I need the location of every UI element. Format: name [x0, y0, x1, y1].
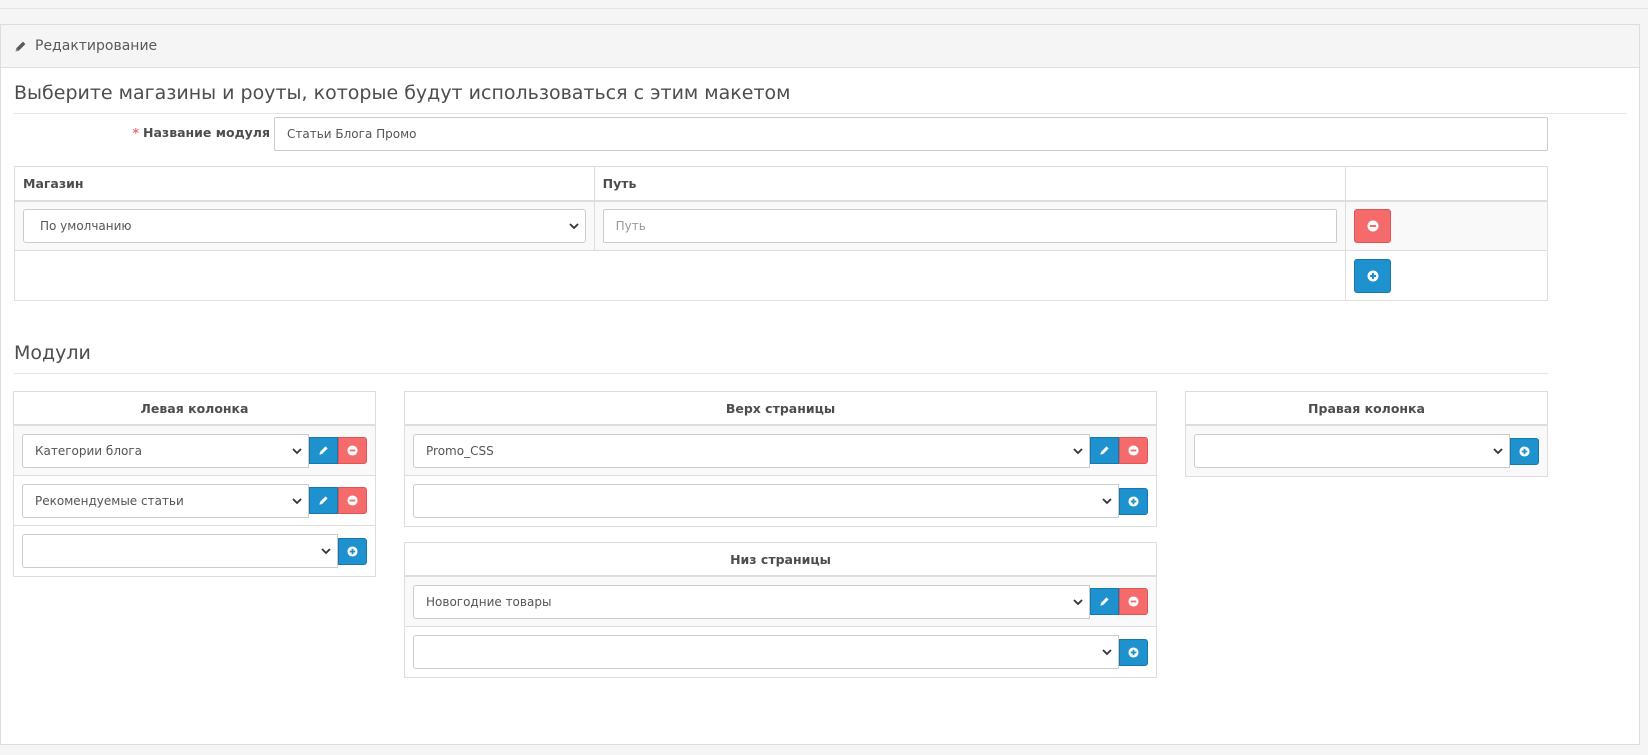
remove-module-button[interactable]	[338, 437, 367, 464]
pencil-icon	[319, 446, 328, 455]
module-name-label: * Название модуля	[14, 125, 270, 140]
bottom-page-table: Низ страницы Новогодние товары	[404, 542, 1157, 678]
action-column-header	[1345, 166, 1548, 202]
edit-module-button[interactable]	[309, 487, 338, 514]
route-row: По умолчанию Путь	[14, 200, 1548, 251]
minus-circle-icon	[347, 445, 358, 456]
module-row: Рекомендуемые статьи	[14, 476, 375, 526]
module-select-value: Promo_CSS	[426, 443, 494, 458]
top-page-header: Верх страницы	[405, 392, 1156, 426]
chevron-down-icon	[321, 548, 331, 555]
module-row: Новогодние товары	[405, 577, 1156, 627]
required-mark: *	[132, 125, 140, 140]
minus-circle-icon	[347, 495, 358, 506]
add-module-row	[405, 476, 1156, 526]
left-column-header: Левая колонка	[14, 392, 375, 426]
minus-circle-icon	[1128, 596, 1139, 607]
plus-circle-icon	[1367, 270, 1379, 281]
add-module-button[interactable]	[1119, 487, 1148, 515]
chevron-down-icon	[292, 447, 302, 454]
module-select-value: Категории блога	[35, 443, 142, 458]
module-row: Категории блога	[14, 426, 375, 476]
plus-circle-icon	[1519, 445, 1530, 457]
chevron-down-icon	[1073, 447, 1083, 454]
store-select-value: По умолчанию	[40, 218, 132, 233]
minus-circle-icon	[1367, 220, 1379, 232]
plus-circle-icon	[1128, 646, 1139, 658]
route-path-input[interactable]: Путь	[602, 208, 1338, 243]
add-module-select[interactable]	[413, 635, 1119, 669]
add-module-row	[405, 627, 1156, 677]
top-bar	[0, 0, 1648, 9]
module-name-label-text: Название модуля	[143, 125, 270, 140]
plus-circle-icon	[347, 545, 358, 557]
add-route-row	[13, 250, 1548, 301]
add-module-row	[14, 526, 375, 576]
minus-circle-icon	[1128, 445, 1139, 456]
module-select[interactable]: Promo_CSS	[413, 433, 1090, 468]
top-page-table: Верх страницы Promo_CSS	[404, 391, 1157, 527]
remove-module-button[interactable]	[338, 487, 367, 514]
add-module-select[interactable]	[1194, 434, 1510, 468]
remove-module-button[interactable]	[1119, 588, 1148, 615]
chevron-down-icon	[1073, 598, 1083, 605]
chevron-down-icon	[1493, 448, 1503, 455]
module-select[interactable]: Новогодние товары	[413, 584, 1090, 619]
module-select-value: Новогодние товары	[426, 594, 552, 609]
add-module-select[interactable]	[22, 534, 338, 568]
modules-title: Модули	[14, 342, 1548, 374]
add-module-row	[1186, 426, 1547, 476]
module-select-value: Рекомендуемые статьи	[35, 493, 184, 508]
add-module-select[interactable]	[413, 484, 1119, 518]
remove-module-button[interactable]	[1119, 437, 1148, 464]
pencil-icon	[1100, 597, 1109, 606]
plus-circle-icon	[1128, 495, 1139, 507]
panel-heading: Редактирование	[1, 25, 1639, 68]
form-legend: Выберите магазины и роуты, которые будут…	[14, 68, 1626, 114]
edit-module-button[interactable]	[1090, 437, 1119, 464]
edit-module-button[interactable]	[1090, 588, 1119, 615]
module-select[interactable]: Рекомендуемые статьи	[22, 483, 309, 518]
module-row: Promo_CSS	[405, 426, 1156, 476]
add-module-button[interactable]	[338, 537, 367, 565]
right-column-table: Правая колонка	[1185, 391, 1548, 477]
store-column-header: Магазин	[14, 166, 595, 202]
route-table: Магазин Путь По умолчанию Путь	[13, 166, 1548, 301]
chevron-down-icon	[292, 497, 302, 504]
panel-body: Выберите магазины и роуты, которые будут…	[1, 68, 1639, 114]
panel-heading-title: Редактирование	[35, 38, 158, 54]
add-route-button[interactable]	[1354, 258, 1392, 293]
add-module-button[interactable]	[1510, 437, 1539, 465]
pencil-icon	[1100, 446, 1109, 455]
edit-module-button[interactable]	[309, 437, 338, 464]
chevron-down-icon	[1102, 498, 1112, 505]
path-column-header: Путь	[593, 166, 1347, 202]
left-column-table: Левая колонка Категории блога Рекомендуе…	[13, 391, 376, 577]
right-column-header: Правая колонка	[1186, 392, 1547, 426]
chevron-down-icon	[568, 223, 579, 230]
remove-route-button[interactable]	[1354, 208, 1392, 243]
store-select[interactable]: По умолчанию	[23, 208, 586, 243]
bottom-page-header: Низ страницы	[405, 543, 1156, 577]
module-select[interactable]: Категории блога	[22, 433, 309, 468]
module-name-input[interactable]: Статьи Блога Промо	[274, 117, 1548, 151]
chevron-down-icon	[1102, 649, 1112, 656]
pencil-icon	[319, 496, 328, 505]
module-name-row: * Название модуля Статьи Блога Промо	[14, 117, 1628, 151]
add-module-button[interactable]	[1119, 638, 1148, 666]
pencil-icon	[14, 40, 27, 53]
edit-panel: Редактирование Выберите магазины и роуты…	[0, 24, 1640, 745]
